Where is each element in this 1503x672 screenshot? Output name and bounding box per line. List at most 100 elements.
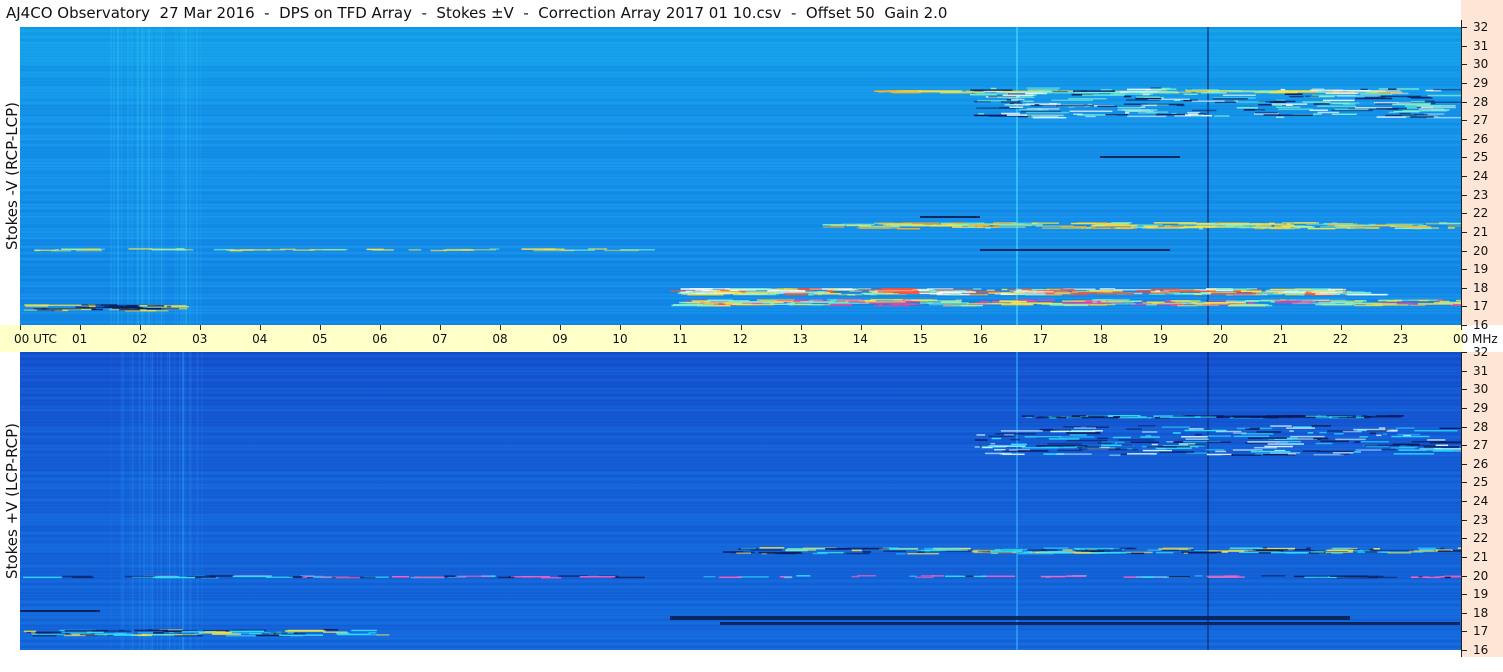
emission-band-segment: [1395, 427, 1415, 429]
emission-band-segment: [1332, 452, 1354, 454]
emission-band-segment: [1233, 435, 1270, 438]
emission-band-segment: [1050, 430, 1070, 433]
frequency-tick-label: 29: [1473, 75, 1489, 90]
burst-streak: [128, 27, 130, 325]
emission-band-segment: [1129, 300, 1142, 302]
emission-band-segment: [293, 249, 315, 251]
frequency-tick-mark: [1461, 287, 1467, 289]
time-tick-mark: [200, 325, 202, 330]
emission-band-segment: [1256, 431, 1282, 433]
emission-band-segment: [896, 552, 906, 555]
emission-band-segment: [1427, 94, 1461, 97]
frequency-tick-mark: [1461, 594, 1467, 596]
emission-band-segment: [151, 248, 186, 251]
emission-band-segment: [1172, 432, 1181, 434]
emission-band-segment: [1089, 416, 1104, 418]
emission-band-segment: [1247, 108, 1266, 111]
spectrogram-striation: [20, 535, 1461, 537]
emission-band-segment: [808, 304, 824, 306]
spectrogram-striation: [20, 361, 1461, 363]
emission-band-segment: [1393, 299, 1402, 302]
emission-band-segment: [1270, 425, 1292, 427]
emission-band-segment: [1315, 442, 1333, 445]
emission-band-segment: [1126, 453, 1157, 455]
spectrogram-striation: [20, 478, 1461, 480]
spectrogram-striation: [20, 400, 1461, 402]
frequency-tick-mark: [1461, 250, 1467, 252]
burst-streak: [170, 352, 172, 650]
emission-band-segment: [965, 575, 974, 578]
emission-band-segment: [1109, 454, 1121, 457]
emission-band-segment: [225, 634, 257, 637]
emission-band-segment: [1251, 289, 1262, 291]
emission-band-segment: [1036, 445, 1076, 447]
spectrogram-striation: [20, 493, 1461, 495]
emission-band-segment: [604, 249, 639, 252]
emission-band-segment: [1158, 548, 1189, 550]
emission-band-segment: [836, 299, 865, 301]
spectrogram-striation: [20, 171, 1461, 173]
burst-streak: [141, 27, 143, 325]
emission-band-segment: [1224, 575, 1240, 577]
time-tick-label: 21: [1272, 332, 1289, 346]
spectrogram-striation: [20, 472, 1461, 474]
spectrogram-striation: [20, 321, 1461, 323]
emission-band-segment: [703, 575, 716, 578]
emission-band-segment: [1001, 288, 1008, 291]
spectrogram-striation: [20, 129, 1461, 131]
frequency-tick-label: 21: [1473, 224, 1489, 239]
spectrogram-striation: [20, 285, 1461, 287]
spectrogram-striation: [20, 48, 1461, 50]
emission-band-segment: [337, 633, 371, 635]
burst-streak: [185, 27, 187, 325]
emission-band-segment: [1391, 435, 1430, 438]
spectrogram-striation: [20, 514, 1461, 516]
emission-band-segment: [735, 303, 775, 306]
frequency-tick-label: 26: [1473, 456, 1489, 471]
emission-band-segment: [1126, 115, 1167, 118]
emission-band-segment: [1398, 223, 1405, 226]
mhz-unit-label: MHz: [1472, 332, 1498, 346]
emission-band-segment: [1007, 445, 1024, 447]
emission-band-segment: [392, 575, 410, 578]
spectrogram-striation: [20, 204, 1461, 206]
emission-band-segment: [1042, 227, 1084, 229]
emission-band-segment: [1214, 115, 1230, 117]
emission-band-segment: [240, 249, 272, 251]
spectrogram-striation: [20, 604, 1461, 606]
emission-band-segment: [1195, 433, 1202, 436]
burst-streak: [174, 27, 176, 325]
emission-band-segment: [1068, 106, 1075, 108]
spectrogram-striation: [20, 391, 1461, 393]
spectrogram-striation: [20, 544, 1461, 546]
spectrogram-striation: [20, 168, 1461, 170]
emission-band-segment: [1207, 435, 1232, 437]
emission-band-segment: [994, 548, 1028, 551]
frequency-tick-label: 20: [1473, 243, 1489, 258]
emission-band-segment: [1402, 110, 1422, 112]
emission-band-segment: [1123, 95, 1132, 98]
emission-band-segment: [1410, 116, 1434, 118]
emission-band-segment: [1313, 437, 1329, 440]
spectrogram-striation: [20, 258, 1461, 260]
emission-band-segment: [968, 224, 991, 226]
emission-band-segment: [1396, 103, 1431, 105]
emission-band-segment: [808, 293, 814, 296]
emission-band-segment: [1046, 288, 1061, 291]
emission-band-segment: [1038, 429, 1072, 431]
spectrogram-striation: [20, 517, 1461, 519]
emission-band-segment: [1066, 439, 1108, 442]
emission-band-segment: [1320, 440, 1349, 443]
burst-streak: [143, 352, 145, 650]
emission-band-segment: [119, 308, 141, 311]
emission-band-segment: [1280, 88, 1286, 91]
emission-band-segment: [1206, 449, 1225, 451]
emission-band-segment: [81, 307, 96, 309]
emission-band-segment: [81, 304, 118, 306]
emission-band-segment: [1025, 111, 1070, 114]
spectrogram-striation: [20, 30, 1461, 32]
spectrogram-striation: [20, 138, 1461, 140]
emission-band-segment: [968, 293, 985, 295]
emission-band-segment: [205, 630, 226, 633]
spectrogram-striation: [20, 523, 1461, 525]
